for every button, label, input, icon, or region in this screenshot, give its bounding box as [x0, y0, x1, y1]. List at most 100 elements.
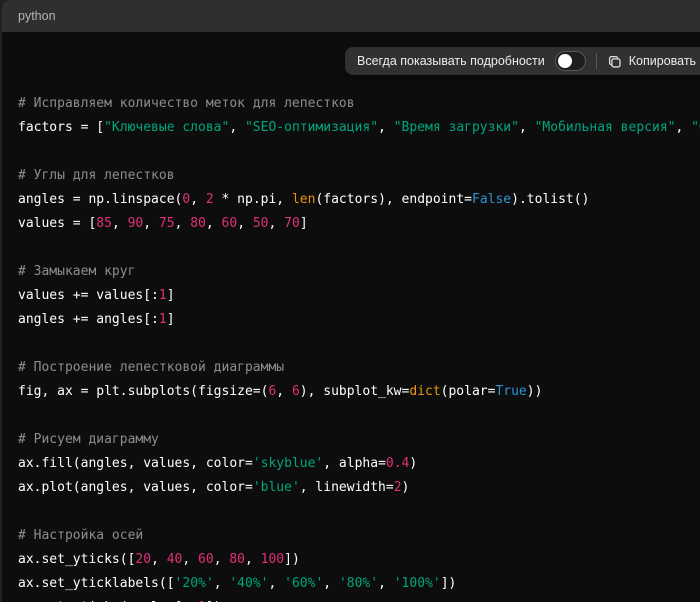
code-token: 60	[222, 216, 238, 231]
code-token: "Мобильная версия"	[535, 120, 676, 135]
code-token: 75	[159, 216, 175, 231]
code-token: , alpha=	[323, 456, 386, 471]
code-token: # Построение лепестковой диаграммы	[18, 360, 284, 375]
code-token: ax.set_yticks([	[18, 552, 135, 567]
code-token: (polar=	[441, 384, 496, 399]
code-token: ,	[245, 552, 261, 567]
code-token: '60%'	[284, 576, 323, 591]
code-token: True	[495, 384, 526, 399]
code-token: False	[472, 192, 511, 207]
code-line	[18, 404, 700, 428]
code-line: ax.plot(angles, values, color='blue', li…	[18, 476, 700, 500]
code-line: factors = ["Ключевые слова", "SEO-оптими…	[18, 116, 700, 140]
code-block: python # Исправляем количество меток для…	[2, 0, 700, 602]
code-token: '100%'	[394, 576, 441, 591]
code-token: angles = np.linspace(	[18, 192, 182, 207]
code-line: # Построение лепестковой диаграммы	[18, 356, 700, 380]
code-token: ,	[143, 216, 159, 231]
code-token: 0.4	[386, 456, 409, 471]
code-token: 2	[394, 480, 402, 495]
code-token: , linewidth=	[300, 480, 394, 495]
code-line: # Углы для лепестков	[18, 164, 700, 188]
code-line: values = [85, 90, 75, 80, 60, 50, 70]	[18, 212, 700, 236]
code-token: dict	[409, 384, 440, 399]
code-line: # Рисуем диаграмму	[18, 428, 700, 452]
code-token: ,	[378, 120, 394, 135]
code-line: angles = np.linspace(0, 2 * np.pi, len(f…	[18, 188, 700, 212]
code-header: python	[2, 0, 700, 32]
copy-icon	[607, 54, 622, 69]
code-token: "Время загрузки"	[394, 120, 519, 135]
code-token: 1	[159, 312, 167, 327]
code-token: values += values[:	[18, 288, 159, 303]
code-lines: # Исправляем количество меток для лепест…	[18, 92, 700, 602]
always-show-details-label: Всегда показывать подробности	[357, 54, 545, 68]
code-line	[18, 332, 700, 356]
code-token: (factors), endpoint=	[315, 192, 472, 207]
code-token: ,	[190, 192, 206, 207]
code-token: ,	[269, 216, 285, 231]
code-token: ,	[675, 120, 691, 135]
code-area: # Исправляем количество меток для лепест…	[2, 32, 700, 602]
copy-code-button[interactable]: Копировать код	[607, 54, 700, 69]
code-token: ,	[276, 384, 292, 399]
code-line: # Исправляем количество меток для лепест…	[18, 92, 700, 116]
code-line: # Замыкаем круг	[18, 260, 700, 284]
code-token: ,	[519, 120, 535, 135]
code-token: # Рисуем диаграмму	[18, 432, 159, 447]
code-token: 1	[159, 288, 167, 303]
code-line: values += values[:1]	[18, 284, 700, 308]
code-token: '20%'	[175, 576, 214, 591]
code-token: ,	[268, 576, 284, 591]
code-token: values = [	[18, 216, 96, 231]
copy-code-label: Копировать код	[629, 54, 700, 68]
code-token: 40	[167, 552, 183, 567]
code-token: 100	[261, 552, 284, 567]
code-token: ,	[237, 216, 253, 231]
code-line: angles += angles[:1]	[18, 308, 700, 332]
code-token: ]	[300, 216, 308, 231]
code-token: ,	[378, 576, 394, 591]
code-token: "Ключевые слова"	[104, 120, 229, 135]
code-token: 50	[253, 216, 269, 231]
code-token: 'skyblue'	[253, 456, 323, 471]
code-line: ax.set_xticks(angles[:-1])	[18, 596, 700, 602]
code-token: ,	[182, 552, 198, 567]
code-token: ])	[441, 576, 457, 591]
code-token: "От	[691, 120, 700, 135]
code-line	[18, 500, 700, 524]
code-line: ax.set_yticks([20, 40, 60, 80, 100])	[18, 548, 700, 572]
code-token: ,	[214, 576, 230, 591]
code-token: ))	[527, 384, 543, 399]
code-token: # Углы для лепестков	[18, 168, 175, 183]
code-token: 70	[284, 216, 300, 231]
code-token: 60	[198, 552, 214, 567]
code-token: * np.pi,	[214, 192, 292, 207]
code-token: ]	[167, 288, 175, 303]
code-token: ).tolist()	[511, 192, 589, 207]
code-token: ,	[175, 216, 191, 231]
code-token: # Замыкаем круг	[18, 264, 135, 279]
code-token: # Исправляем количество меток для лепест…	[18, 96, 355, 111]
code-token: )	[402, 480, 410, 495]
code-line: ax.set_yticklabels(['20%', '40%', '60%',…	[18, 572, 700, 596]
always-show-details-toggle[interactable]	[555, 51, 586, 71]
code-token: 2	[206, 192, 214, 207]
code-token: len	[292, 192, 315, 207]
code-line	[18, 140, 700, 164]
code-token: angles += angles[:	[18, 312, 159, 327]
code-token: 20	[135, 552, 151, 567]
code-token: # Настройка осей	[18, 528, 143, 543]
code-token: '40%'	[229, 576, 268, 591]
toolbar-divider	[596, 53, 597, 69]
code-token: "SEO-оптимизация"	[245, 120, 378, 135]
code-token: ,	[151, 552, 167, 567]
language-label: python	[18, 9, 56, 23]
code-token: 90	[128, 216, 144, 231]
code-token: ax.fill(angles, values, color=	[18, 456, 253, 471]
code-token: 'blue'	[253, 480, 300, 495]
code-line: ax.fill(angles, values, color='skyblue',…	[18, 452, 700, 476]
code-toolbar: Всегда показывать подробности Копировать…	[345, 47, 700, 75]
code-token: )	[409, 456, 417, 471]
code-token: ,	[229, 120, 245, 135]
